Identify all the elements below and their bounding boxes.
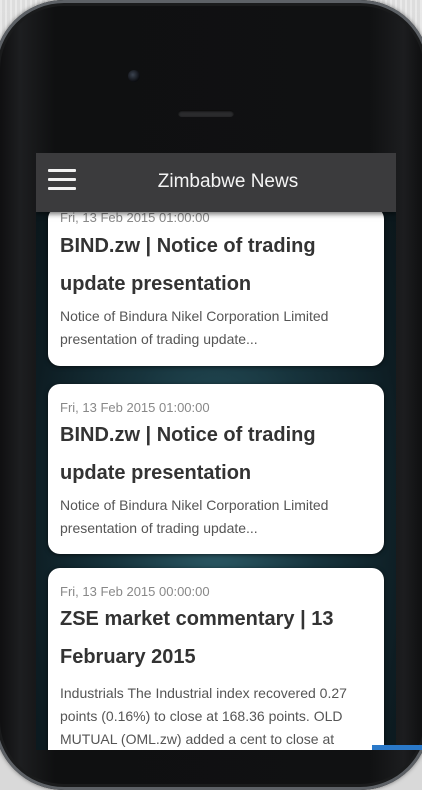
news-card[interactable]: Fri, 13 Feb 2015 01:00:00 BIND.zw | Noti… [48, 207, 384, 366]
app-title: Zimbabwe News [157, 171, 299, 192]
article-headline[interactable]: BIND.zw | Notice of trading update prese… [60, 416, 376, 492]
app-screen: Zimbabwe News Fri, 13 Feb 2015 01:00:00 … [36, 153, 396, 750]
earpiece-speaker [178, 110, 234, 117]
app-bar: Zimbabwe News [36, 153, 396, 212]
front-camera [128, 70, 140, 82]
article-headline[interactable]: BIND.zw | Notice of trading update prese… [60, 227, 376, 303]
news-feed[interactable]: Fri, 13 Feb 2015 01:00:00 BIND.zw | Noti… [36, 207, 396, 750]
article-date: Fri, 13 Feb 2015 00:00:00 [60, 584, 210, 599]
article-summary: Industrials The Industrial index recover… [60, 685, 347, 747]
article-summary: Notice of Bindura Nikel Corporation Limi… [60, 497, 329, 536]
article-headline[interactable]: ZSE market commentary | 13 February 2015 [60, 600, 376, 676]
article-date: Fri, 13 Feb 2015 01:00:00 [60, 210, 210, 225]
news-card[interactable]: Fri, 13 Feb 2015 00:00:00 ZSE market com… [48, 568, 384, 750]
article-summary: Notice of Bindura Nikel Corporation Limi… [60, 308, 329, 347]
corner-accent [372, 745, 422, 750]
news-card[interactable]: Fri, 13 Feb 2015 01:00:00 BIND.zw | Noti… [48, 384, 384, 554]
article-date: Fri, 13 Feb 2015 01:00:00 [60, 400, 210, 415]
